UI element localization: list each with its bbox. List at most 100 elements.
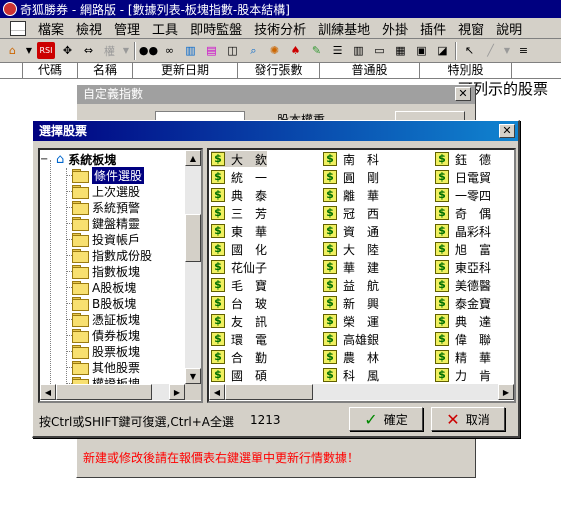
tree-item-index-constituents[interactable]: 指數成份股 — [72, 247, 152, 263]
report-icon[interactable]: ▤ — [203, 42, 220, 59]
tree-item-warrant-cert-sector[interactable]: 憑証板塊 — [72, 311, 140, 327]
stock-item[interactable]: $ 泰金寶 — [435, 295, 491, 311]
tree-horizontal-scrollbar[interactable]: ◀ ▶ — [40, 384, 185, 400]
stock-item[interactable]: $ 典 泰 — [211, 187, 267, 203]
stock-item[interactable]: $ 國 碩 — [211, 367, 267, 383]
grid-view-icon[interactable]: ▦ — [392, 42, 409, 59]
col-preferred-stock[interactable]: 特別股 — [420, 63, 512, 79]
window-title-bar[interactable]: 奇狐勝券 - 網路版 - [數據列表-板塊指數-股本結構] — [0, 0, 561, 18]
menu-plugins[interactable]: 插件 — [414, 19, 452, 38]
scroll-thumb[interactable] — [225, 384, 313, 400]
dropdown-arrow-icon[interactable]: ▼ — [503, 42, 511, 59]
stock-item[interactable]: $ 資 通 — [323, 223, 379, 239]
stock-item[interactable]: $ 精 華 — [435, 349, 491, 365]
stock-item[interactable]: $ 環 電 — [211, 331, 267, 347]
stock-item[interactable]: $ 旭 富 — [435, 241, 491, 257]
sector-tree[interactable]: − ⌂ 系統板塊 條件選股 上次選股 系統預警 鍵盤精靈 投資帳戶 指數成份股 指數板塊 A股… — [38, 148, 203, 403]
stock-item[interactable]: $ 高雄銀 — [323, 331, 379, 347]
stock-item[interactable]: $ 科 風 — [323, 367, 379, 383]
stock-item[interactable]: $ 大 欽 — [211, 151, 268, 167]
stock-item[interactable]: $ 鈺 德 — [435, 151, 491, 167]
stock-item[interactable]: $ 日電貿 — [435, 169, 491, 185]
stock-item[interactable]: $ 統 一 — [211, 169, 267, 185]
stock-item[interactable]: $ 一零四 — [435, 187, 491, 203]
menu-help[interactable]: 說明 — [490, 19, 528, 38]
window-icon[interactable]: ▭ — [371, 42, 388, 59]
stock-item[interactable]: $ 冠 西 — [323, 205, 379, 221]
alarm-bell-icon[interactable]: ♠ — [287, 42, 304, 59]
scroll-thumb[interactable] — [185, 214, 201, 262]
stock-item[interactable]: $ 榮 運 — [323, 313, 379, 329]
cancel-button[interactable]: ✕ 取消 — [431, 407, 505, 431]
menu-manage[interactable]: 管理 — [108, 19, 146, 38]
stock-item[interactable]: $ 晶彩科 — [435, 223, 491, 239]
scroll-up-icon[interactable]: ▲ — [185, 150, 201, 166]
columns-view-icon[interactable]: ▥ — [350, 42, 367, 59]
glasses-icon[interactable]: ∞ — [161, 42, 178, 59]
spreadsheet-icon[interactable] — [10, 20, 26, 36]
stock-item[interactable]: $ 大 陸 — [323, 241, 379, 257]
book-icon[interactable]: ◫ — [224, 42, 241, 59]
rsi-icon[interactable]: RSI — [37, 42, 55, 59]
scroll-thumb[interactable] — [56, 384, 152, 400]
stock-item[interactable]: $ 益 航 — [323, 277, 379, 293]
home-icon[interactable]: ⌂ — [4, 42, 21, 59]
dropdown-arrow-icon[interactable]: ▼ — [25, 42, 33, 59]
stock-list[interactable]: $ 大 欽 $ 統 一 $ 典 泰 $ 三 芳 $ 東 華 $ 國 化 $ 花仙子 $ 毛 寶 $ 台 玻 $ 友 訊… — [207, 148, 516, 403]
menu-view[interactable]: 檢視 — [70, 19, 108, 38]
move-icon[interactable]: ✥ — [59, 42, 76, 59]
chart-book-icon[interactable]: ▥ — [182, 42, 199, 59]
tree-item-keyboard-wizard[interactable]: 鍵盤精靈 — [72, 215, 140, 231]
image-view-icon[interactable]: ▣ — [413, 42, 430, 59]
stock-item[interactable]: $ 友 訊 — [211, 313, 267, 329]
stock-item[interactable]: $ 南 科 — [323, 151, 379, 167]
col-update-date[interactable]: 更新日期 — [133, 63, 238, 79]
ok-button[interactable]: ✓ 確定 — [349, 407, 423, 431]
close-icon[interactable]: ✕ — [499, 124, 515, 138]
list-view-icon[interactable]: ☰ — [329, 42, 346, 59]
tree-item-other-stocks[interactable]: 其他股票 — [72, 359, 140, 375]
scroll-right-icon[interactable]: ▶ — [169, 384, 185, 400]
weight-icon[interactable]: 權 — [101, 42, 118, 59]
close-icon[interactable]: ✕ — [455, 87, 471, 101]
stock-item[interactable]: $ 奇 偶 — [435, 205, 491, 221]
stock-item[interactable]: $ 圓 剛 — [323, 169, 379, 185]
stock-horizontal-scrollbar[interactable]: ◀ ▶ — [209, 384, 514, 400]
stock-item[interactable]: $ 離 華 — [323, 187, 379, 203]
stock-item[interactable]: $ 華 建 — [323, 259, 379, 275]
tree-root[interactable]: − ⌂ 系統板塊 — [40, 151, 116, 167]
tree-item-index-sector[interactable]: 指數板塊 — [72, 263, 140, 279]
line-draw-icon[interactable]: ╱ — [482, 42, 499, 59]
menu-monitor[interactable]: 即時監盤 — [184, 19, 248, 38]
stock-item[interactable]: $ 毛 寶 — [211, 277, 267, 293]
stock-item[interactable]: $ 台 玻 — [211, 295, 267, 311]
text-align-icon[interactable]: ≡ — [515, 42, 532, 59]
chart-view-icon[interactable]: ◪ — [434, 42, 451, 59]
menu-file[interactable]: 檔案 — [32, 19, 70, 38]
stock-item[interactable]: $ 力 肯 — [435, 367, 491, 383]
tree-item-a-share-sector[interactable]: A股板塊 — [72, 279, 136, 295]
search-doc-icon[interactable]: ⌕ — [245, 42, 262, 59]
tree-item-system-alert[interactable]: 系統預警 — [72, 199, 140, 215]
stock-item[interactable]: $ 國 化 — [211, 241, 267, 257]
pen-icon[interactable]: ✎ — [308, 42, 325, 59]
stock-item[interactable]: $ 農 林 — [323, 349, 379, 365]
stock-item[interactable]: $ 典 達 — [435, 313, 491, 329]
stock-item[interactable]: $ 東 華 — [211, 223, 267, 239]
scroll-left-icon[interactable]: ◀ — [40, 384, 56, 400]
tree-item-conditional[interactable]: 條件選股 — [72, 166, 145, 184]
dropdown-arrow-icon[interactable]: ▼ — [122, 42, 130, 59]
stock-item[interactable]: $ 三 芳 — [211, 205, 267, 221]
tree-item-last-selection[interactable]: 上次選股 — [72, 183, 140, 199]
world-icon[interactable]: ✺ — [266, 42, 283, 59]
col-common-stock[interactable]: 普通股 — [320, 63, 420, 79]
binoculars-icon[interactable]: ●● — [139, 42, 158, 59]
col-code[interactable]: 代碼 — [23, 63, 78, 79]
menu-training[interactable]: 訓練基地 — [312, 19, 376, 38]
menu-tools[interactable]: 工具 — [146, 19, 184, 38]
tree-item-b-share-sector[interactable]: B股板塊 — [72, 295, 136, 311]
stock-item[interactable]: $ 新 興 — [323, 295, 379, 311]
col-shares-issued[interactable]: 發行張數 — [238, 63, 320, 79]
stock-item[interactable]: $ 花仙子 — [211, 259, 267, 275]
stock-item[interactable]: $ 合 勤 — [211, 349, 267, 365]
